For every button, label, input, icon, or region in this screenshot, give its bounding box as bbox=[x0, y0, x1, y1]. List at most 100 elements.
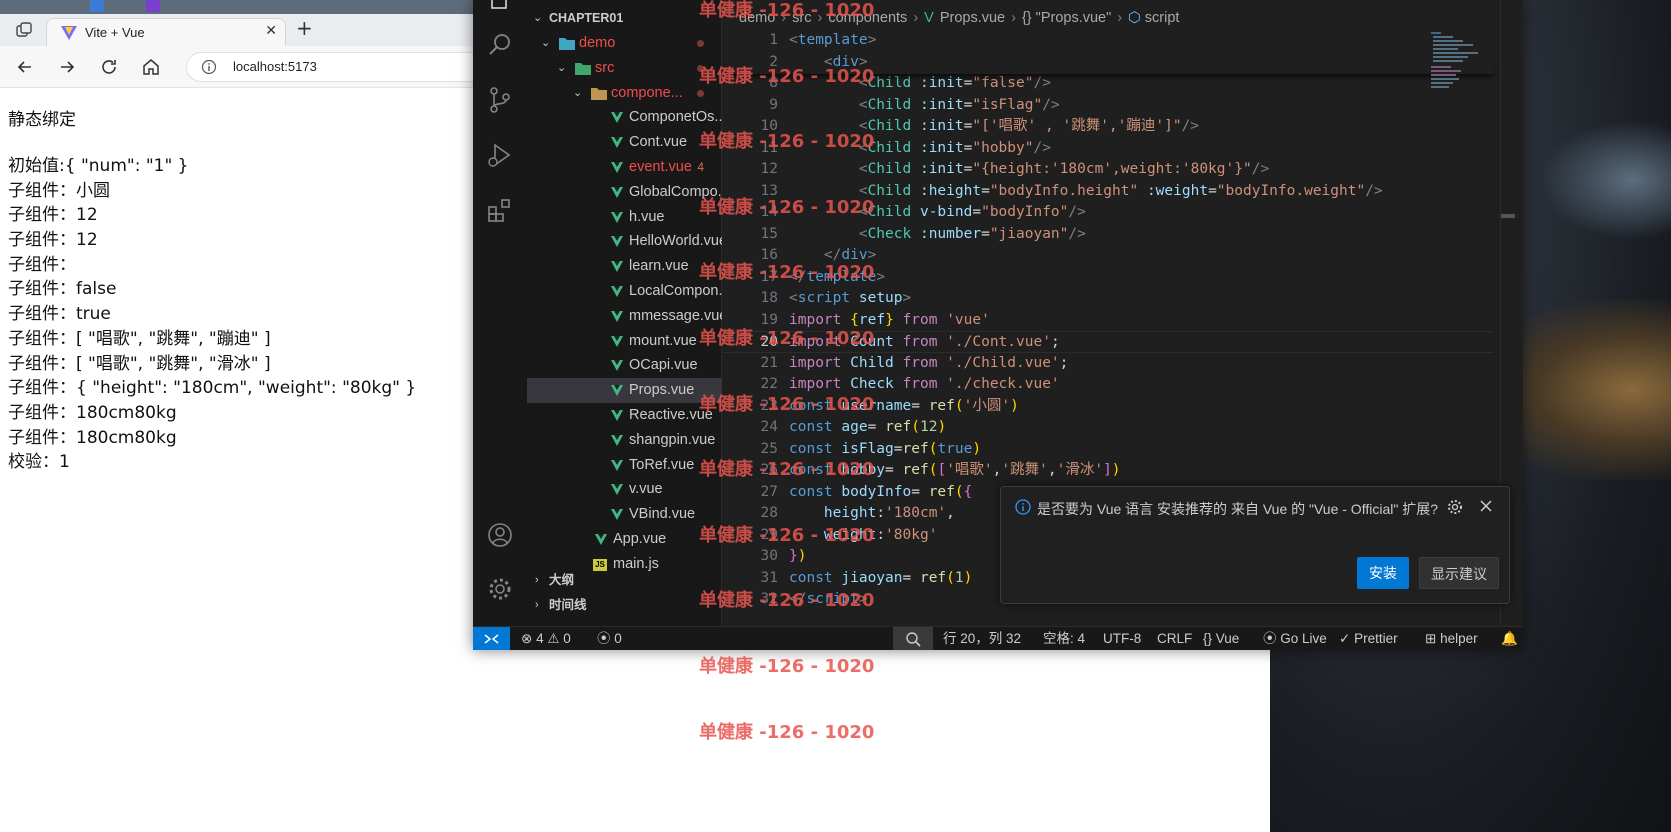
file-item[interactable]: Reactive.vue bbox=[527, 403, 722, 428]
address-bar[interactable]: localhost:5173 bbox=[186, 52, 495, 82]
problems-indicator[interactable]: ⊗ 4 ⚠ 0 bbox=[521, 627, 571, 650]
line-ending[interactable]: CRLF bbox=[1157, 627, 1192, 650]
file-item[interactable]: Props.vue bbox=[527, 378, 722, 404]
folder-icon bbox=[591, 87, 607, 100]
run-debug-icon[interactable] bbox=[485, 140, 515, 170]
file-item[interactable]: App.vue bbox=[527, 527, 722, 552]
golive-button[interactable]: ⦿ Go Live bbox=[1263, 627, 1327, 650]
vue-file-icon bbox=[611, 410, 623, 421]
file-item[interactable]: event.vue 4 bbox=[527, 155, 722, 180]
explorer-root[interactable]: ⌄ CHAPTER01 bbox=[527, 6, 722, 31]
file-item[interactable]: ComponetOs... bbox=[527, 105, 722, 130]
code-line[interactable]: 20 import Count from './Cont.vue'; bbox=[723, 331, 1493, 353]
vite-logo-icon bbox=[61, 26, 77, 40]
browser-tab[interactable]: Vite + Vue ✕ bbox=[46, 18, 286, 46]
code-line[interactable]: 12 <Child :init="{height:'180cm',weight:… bbox=[723, 159, 1493, 181]
helper-status[interactable]: ⊞ helper bbox=[1425, 627, 1478, 650]
code-line[interactable]: 25 const isFlag=ref(true) bbox=[723, 439, 1493, 461]
output-line: 子组件：12 bbox=[8, 230, 98, 251]
file-item[interactable]: VBind.vue bbox=[527, 502, 722, 527]
code-line[interactable]: 17 </template> bbox=[723, 267, 1493, 289]
timeline-section[interactable]: › 时间线 bbox=[527, 593, 722, 618]
zoom-indicator[interactable] bbox=[893, 627, 933, 650]
code-line[interactable]: 14 <Child v-bind="bodyInfo"/> bbox=[723, 202, 1493, 224]
file-item[interactable]: learn.vue bbox=[527, 254, 722, 279]
app-icon[interactable] bbox=[90, 0, 104, 12]
file-label: OCapi.vue bbox=[629, 357, 698, 374]
code-line[interactable]: 8 <Child :init="false"/> bbox=[723, 73, 1493, 95]
site-info-icon[interactable] bbox=[201, 59, 217, 75]
code-line[interactable]: 21 import Child from './Child.vue'; bbox=[723, 353, 1493, 375]
code-line[interactable]: 10 <Child :init="['唱歌' , '跳舞','蹦迪']"/> bbox=[723, 116, 1493, 138]
folder-item[interactable]: ⌄ compone... bbox=[527, 81, 722, 106]
language-mode[interactable]: {} Vue bbox=[1203, 627, 1239, 650]
file-item[interactable]: mmessage.vue bbox=[527, 304, 722, 329]
line-number: 16 bbox=[760, 247, 778, 263]
close-icon[interactable] bbox=[1479, 499, 1493, 513]
code-line[interactable]: 15 <Check :number="jiaoyan"/> bbox=[723, 224, 1493, 246]
breadcrumb-item[interactable]: Props.vue bbox=[940, 10, 1005, 26]
code-text: <Check :number="jiaoyan"/> bbox=[858, 225, 1086, 242]
output-line: 子组件：180cm80kg bbox=[8, 427, 177, 448]
minimap[interactable] bbox=[1423, 30, 1493, 110]
code-line[interactable]: 16 </div> bbox=[723, 245, 1493, 267]
file-item[interactable]: Cont.vue bbox=[527, 130, 722, 155]
encoding[interactable]: UTF-8 bbox=[1103, 627, 1141, 650]
breadcrumb-item[interactable]: demo bbox=[739, 10, 775, 26]
tab-close-icon[interactable]: ✕ bbox=[265, 23, 277, 39]
file-item[interactable]: v.vue bbox=[527, 477, 722, 502]
line-number: 31 bbox=[760, 569, 778, 586]
breadcrumb-item[interactable]: src bbox=[792, 10, 811, 26]
code-line[interactable]: 18 <script setup> bbox=[723, 288, 1493, 310]
scrollbar-thumb[interactable] bbox=[1501, 214, 1515, 218]
extensions-icon[interactable] bbox=[485, 195, 515, 225]
code-line[interactable]: 13 <Child :height="bodyInfo.height" :wei… bbox=[723, 181, 1493, 203]
show-recommendations-button[interactable]: 显示建议 bbox=[1419, 557, 1499, 589]
file-item[interactable]: shangpin.vue bbox=[527, 428, 722, 453]
outline-section[interactable]: › 大纲 bbox=[527, 568, 722, 593]
app-icon[interactable] bbox=[146, 0, 160, 12]
breadcrumb-item[interactable]: components bbox=[828, 10, 907, 26]
code-line[interactable]: 22 import Check from './check.vue' bbox=[723, 374, 1493, 396]
back-icon[interactable] bbox=[14, 56, 36, 78]
code-line[interactable]: 19 import {ref} from 'vue' bbox=[723, 310, 1493, 332]
warning-icon: ⚠ bbox=[547, 631, 560, 646]
file-item[interactable]: GlobalCompo... bbox=[527, 180, 722, 205]
notifications-bell-icon[interactable]: 🔔 bbox=[1501, 627, 1518, 650]
source-control-icon[interactable] bbox=[485, 85, 515, 115]
manage-gear-icon[interactable] bbox=[485, 574, 515, 604]
file-item[interactable]: ToRef.vue bbox=[527, 453, 722, 478]
forward-icon[interactable] bbox=[56, 56, 78, 78]
home-icon[interactable] bbox=[140, 56, 162, 78]
file-item[interactable]: HelloWorld.vue bbox=[527, 229, 722, 254]
file-item[interactable]: mount.vue bbox=[527, 329, 722, 354]
search-icon[interactable] bbox=[485, 30, 515, 60]
code-line[interactable]: 26 const hobby= ref(['唱歌','跳舞','滑冰']) bbox=[723, 460, 1493, 482]
refresh-icon[interactable] bbox=[98, 56, 120, 78]
folder-item[interactable]: ⌄ demo bbox=[527, 31, 722, 56]
folder-item[interactable]: ⌄ src bbox=[527, 56, 722, 81]
remote-indicator[interactable] bbox=[473, 627, 510, 650]
file-item[interactable]: LocalCompon... bbox=[527, 279, 722, 304]
settings-gear-icon[interactable] bbox=[1447, 499, 1463, 515]
breadcrumb-item[interactable]: script bbox=[1145, 10, 1180, 26]
code-line[interactable]: 24 const age= ref(12) bbox=[723, 417, 1493, 439]
code-line[interactable]: 23 const username= ref('小圆') bbox=[723, 396, 1493, 418]
indentation[interactable]: 空格: 4 bbox=[1043, 627, 1085, 650]
code-line[interactable]: 11 <Child :init="hobby"/> bbox=[723, 138, 1493, 160]
install-button[interactable]: 安装 bbox=[1357, 557, 1409, 589]
explorer-icon[interactable] bbox=[485, 0, 515, 16]
file-item[interactable]: h.vue bbox=[527, 205, 722, 230]
code-line[interactable]: 9 <Child :init="isFlag"/> bbox=[723, 95, 1493, 117]
code-line[interactable]: 1 <template> bbox=[723, 30, 1493, 52]
ports-indicator[interactable]: ⦿ 0 bbox=[597, 627, 622, 650]
accounts-icon[interactable] bbox=[485, 520, 515, 550]
prettier-status[interactable]: ✓ Prettier bbox=[1339, 627, 1398, 650]
problem-count-badge: 4 bbox=[697, 160, 704, 174]
workspaces-icon[interactable] bbox=[14, 20, 34, 40]
cursor-position[interactable]: 行 20，列 32 bbox=[943, 627, 1021, 650]
file-label: learn.vue bbox=[629, 258, 689, 275]
file-item[interactable]: OCapi.vue bbox=[527, 353, 722, 378]
new-tab-icon[interactable]: + bbox=[296, 16, 313, 40]
breadcrumb-item[interactable]: {} "Props.vue" bbox=[1022, 10, 1111, 26]
